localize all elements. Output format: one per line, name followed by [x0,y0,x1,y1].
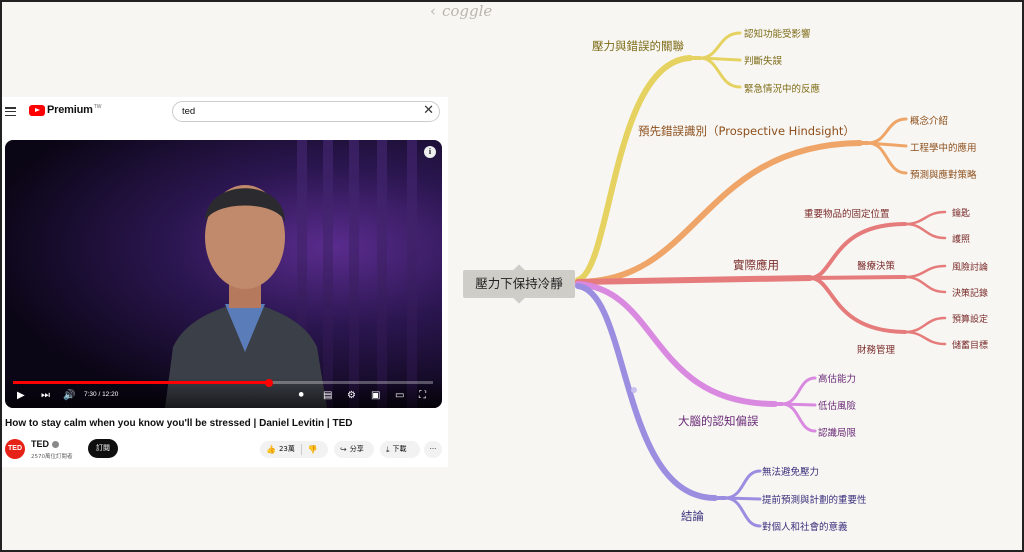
download-icon: ⤓ [386,445,390,454]
separator [300,444,302,455]
youtube-brand: Premium [47,104,93,116]
miniplayer-icon[interactable]: ▣ [371,390,380,402]
share-button[interactable]: ↪ 分享 [334,441,374,458]
youtube-panel: Premium TW ted ✕ i ▶ ⏭ 🔊 7:30 / 12:20 ⚫ … [0,97,448,467]
play-icon[interactable]: ▶ [17,390,25,402]
node-cognitive-impact[interactable]: 認知功能受影響 [744,26,811,40]
node-overestimate-ability[interactable]: 高估能力 [818,371,856,385]
timecode: 7:30 / 12:20 [84,391,119,398]
progress-fill [13,381,270,384]
node-decision-record[interactable]: 決策記錄 [952,286,988,299]
node-plan-importance[interactable]: 提前預測與計劃的重要性 [762,492,867,506]
stage-light [407,140,417,408]
youtube-logo[interactable]: Premium TW [29,104,101,116]
node-risk-discussion[interactable]: 風險討論 [952,260,988,273]
branch-practical-use[interactable]: 實際應用 [733,257,779,273]
node-budget[interactable]: 預算設定 [952,312,988,325]
autoplay-toggle-icon[interactable]: ⚫ [297,390,305,402]
like-count[interactable]: 23萬 [279,441,295,458]
channel-avatar[interactable]: TED [5,439,25,459]
thumbs-up-icon[interactable]: 👍 [266,441,276,458]
back-chevron-icon[interactable]: ‹ [430,2,436,20]
subscriber-count: 2570萬位訂閱者 [31,454,73,460]
central-node[interactable]: 壓力下保持冷靜 [463,270,575,298]
node-passport[interactable]: 護照 [952,232,970,245]
speaker-figure [165,185,327,408]
channel-name[interactable]: TED [31,439,49,449]
node-financial-management[interactable]: 財務管理 [857,342,895,356]
verified-icon [52,441,59,449]
like-dislike-group: 👍 23萬 👎 [260,441,328,458]
youtube-topbar: Premium TW ted ✕ [0,97,448,127]
info-icon[interactable]: i [424,146,436,158]
volume-icon[interactable]: 🔊 [63,390,75,402]
node-prediction-strategy[interactable]: 預測與應對策略 [910,167,977,181]
node-underestimate-risk[interactable]: 低估風險 [818,398,856,412]
subtitles-icon[interactable]: ▤ [323,390,332,402]
branch-cognitive-bias[interactable]: 大腦的認知偏誤 [678,413,759,429]
settings-gear-icon[interactable]: ⚙ [347,390,356,402]
node-fixed-places[interactable]: 重要物品的固定位置 [804,206,890,220]
subscribe-button[interactable]: 訂閱 [88,439,118,458]
branch-conclusion[interactable]: 結論 [681,508,704,524]
thumbs-down-icon[interactable]: 👎 [308,441,318,458]
menu-icon[interactable] [5,107,16,117]
branch-stress-errors-lines [575,31,742,283]
share-label: 分享 [349,445,364,453]
stage-light [349,140,359,408]
next-icon[interactable]: ⏭ [41,390,50,402]
search-input[interactable]: ted ✕ [172,101,440,122]
youtube-play-logo-icon [29,104,45,116]
branch-practical-lines [575,210,947,346]
branch-prospective-hindsight[interactable]: 預先錯誤識別（Prospective Hindsight） [638,123,855,139]
node-medical-decisions[interactable]: 醫療決策 [857,258,895,272]
more-actions-button[interactable]: ··· [424,441,442,458]
video-title: How to stay calm when you know you'll be… [5,418,353,429]
branch-bias-lines [575,281,817,433]
download-label: 下載 [392,445,407,453]
search-query[interactable]: ted [182,106,195,117]
region-code: TW [93,103,102,110]
node-concept-intro[interactable]: 概念介紹 [910,113,948,127]
node-savings-goal[interactable]: 儲蓄目標 [952,338,988,351]
share-icon: ↪ [340,445,347,454]
channel-name-wrap[interactable]: TED [31,439,59,449]
node-know-limits[interactable]: 認識局限 [818,425,856,439]
node-misjudgment[interactable]: 判斷失誤 [744,53,782,67]
node-keys[interactable]: 鑰匙 [952,206,970,219]
more-icon: ··· [429,445,437,453]
node-stress-unavoidable[interactable]: 無法避免壓力 [762,464,819,478]
branch-conclusion-lines [575,283,762,528]
player-controls: ▶ ⏭ 🔊 7:30 / 12:20 ⚫ ▤ ⚙ ▣ ▭ ⛶ [5,378,442,408]
theater-mode-icon[interactable]: ▭ [395,390,404,402]
download-button[interactable]: ⤓ 下載 [380,441,420,458]
node-social-meaning[interactable]: 對個人和社會的意義 [762,519,848,533]
node-engineering-use[interactable]: 工程學中的應用 [910,140,977,154]
coggle-wordmark: coggle [442,2,493,20]
clear-search-icon[interactable]: ✕ [423,103,434,118]
coggle-logo[interactable]: ‹ coggle [430,2,492,20]
stage-light [377,140,387,408]
progress-knob[interactable] [265,378,274,387]
node-emergency-response[interactable]: 緊急情況中的反應 [744,81,820,95]
branch-stress-errors[interactable]: 壓力與錯誤的關聯 [592,38,684,54]
progress-bar[interactable] [13,378,433,387]
video-player[interactable]: i ▶ ⏭ 🔊 7:30 / 12:20 ⚫ ▤ ⚙ ▣ ▭ ⛶ [5,140,442,408]
fullscreen-icon[interactable]: ⛶ [419,390,426,402]
